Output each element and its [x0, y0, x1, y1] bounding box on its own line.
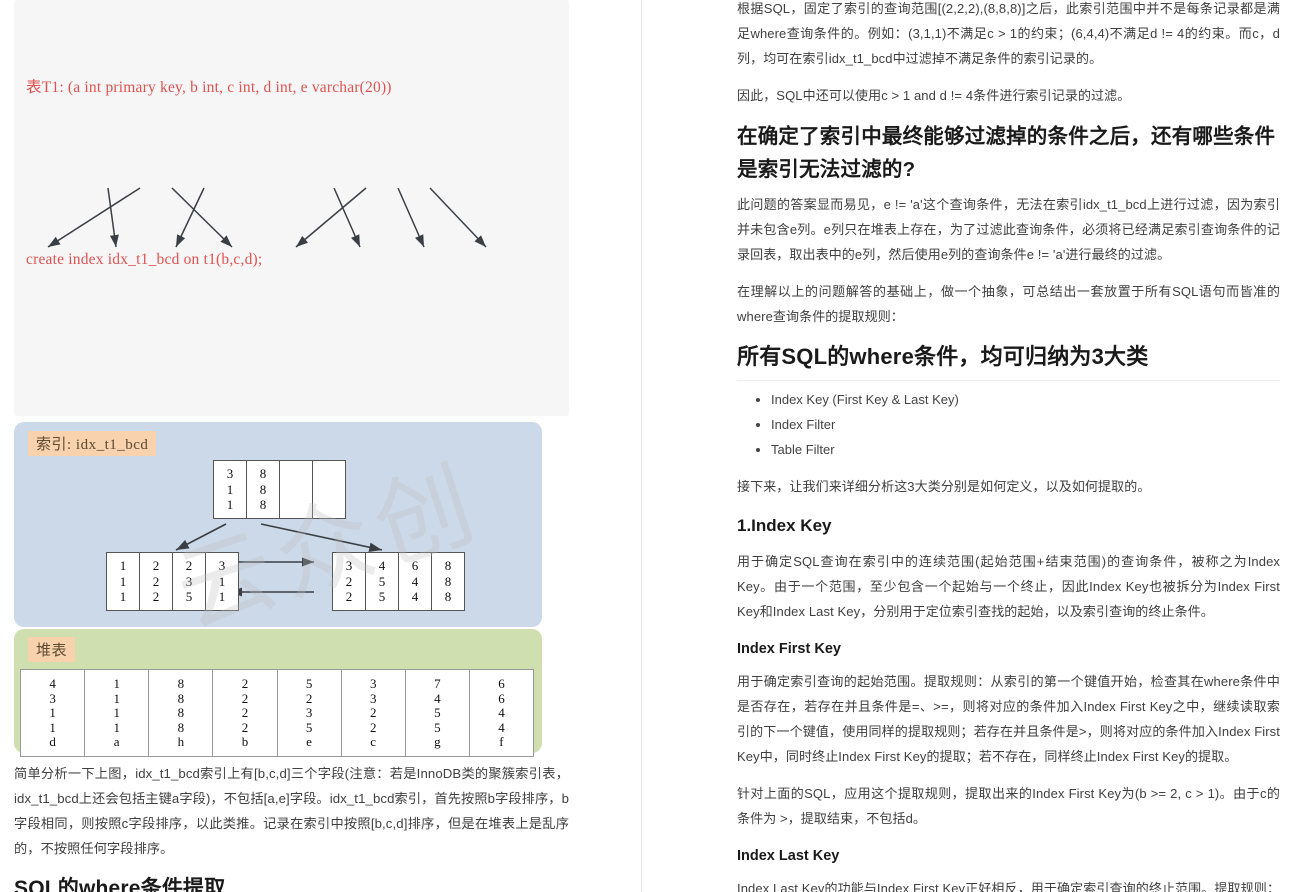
table-definition-line: 表T1: (a int primary key, b int, c int, d…	[26, 79, 392, 96]
btree-heap-figure: 索引: idx_t1_bcd 3 1 1 8 8 8 1 1 1 2 2 2 2…	[14, 187, 542, 757]
root-cell-1: 888	[247, 461, 280, 518]
right-column: 根据SQL，固定了索引的查询范围[(2,2,2),(8,8,8)]之后，此索引范…	[641, 0, 1296, 892]
paragraph-answer-e: 此问题的答案显而易见，e != 'a'这个查询条件，无法在索引idx_t1_bc…	[737, 197, 1280, 262]
paragraph-index-first-key: 用于确定索引查询的起始范围。提取规则：从索引的第一个键值开始，检查其在where…	[737, 674, 1280, 764]
paragraph-index-key: 用于确定SQL查询在索引中的连续范围(起始范围+结束范围)的查询条件，被称之为I…	[737, 554, 1280, 619]
paragraph-fixed-range: 根据SQL，固定了索引的查询范围[(2,2,2),(8,8,8)]之后，此索引范…	[737, 1, 1280, 66]
paragraph-index-last-key: Index Last Key的功能与Index First Key正好相反，用于…	[737, 881, 1280, 892]
index-leaf-left: 111 222 235 311	[106, 552, 239, 611]
paragraph-therefore: 因此，SQL中还可以使用c > 1 and d != 4条件进行索引记录的过滤。	[737, 88, 1131, 103]
leaf-left-cell-0: 111	[107, 553, 140, 610]
list-item: Table Filter	[771, 437, 1280, 462]
heap-cell-5: 3322c	[342, 670, 406, 756]
heap-cell-1: 1111a	[85, 670, 150, 756]
heap-cell-4: 5235e	[278, 670, 342, 756]
root-cell-0: 311	[214, 461, 247, 518]
index-panel: 索引: idx_t1_bcd 3 1 1 8 8 8 1 1 1 2 2 2 2…	[14, 422, 542, 627]
heap-cell-0: 4311d	[21, 670, 86, 756]
leaf-left-cell-2: 235	[173, 553, 206, 610]
heap-cell-3: 2222b	[213, 670, 278, 756]
paragraph-abstract: 在理解以上的问题解答的基础上，做一个抽象，可总结出一套放置于所有SQL语句而皆准…	[737, 284, 1280, 324]
root-cell-2	[280, 461, 313, 518]
heap-cell-2: 8888h	[149, 670, 214, 756]
heap-panel-label: 堆表	[28, 637, 76, 662]
code-block-table-definition: 表T1: (a int primary key, b int, c int, d…	[14, 0, 569, 416]
where-condition-class-list: Index Key (First Key & Last Key) Index F…	[737, 387, 1280, 462]
leaf-left-cell-1: 222	[140, 553, 173, 610]
document-page: 表T1: (a int primary key, b int, c int, d…	[0, 0, 1296, 892]
heap-panel: 堆表 4311d 1111a 8888h 2222b 5235e 3322c 7…	[14, 629, 542, 757]
list-item: Index Key (First Key & Last Key)	[771, 387, 1280, 412]
heading-cannot-filter: 在确定了索引中最终能够过滤掉的条件之后，还有哪些条件是索引无法过滤的?	[737, 125, 1276, 181]
heading-three-classes: 所有SQL的where条件，均可归纳为3大类	[737, 341, 1280, 381]
index-leaf-right: 322 455 644 888	[332, 552, 465, 611]
heap-row: 4311d 1111a 8888h 2222b 5235e 3322c 7455…	[20, 669, 534, 757]
create-index-line: create index idx_t1_bcd on t1(b,c,d);	[26, 251, 263, 268]
heap-cell-7: 6644f	[498, 676, 505, 749]
paragraph-next-detail: 接下来，让我们来详细分析这3大类分别是如何定义，以及如何提取的。	[737, 479, 1151, 494]
leaf-right-cell-3: 888	[444, 558, 452, 604]
leaf-right-cell-1: 455	[366, 553, 399, 610]
index-root-node: 311 888	[213, 460, 346, 519]
heading-where-extraction: SQL的where条件提取	[14, 873, 569, 892]
left-column: 表T1: (a int primary key, b int, c int, d…	[0, 0, 641, 892]
leaf-right-cell-0: 322	[333, 553, 366, 610]
paragraph-figure-analysis: 简单分析一下上图，idx_t1_bcd索引上有[b,c,d]三个字段(注意：若是…	[14, 766, 569, 856]
heading-index-last-key: Index Last Key	[737, 848, 840, 864]
root-cell-3	[313, 461, 345, 518]
heading-index-key: 1.Index Key	[737, 516, 832, 535]
heap-cell-6: 7455g	[406, 670, 470, 756]
leaf-left-cell-3: 311	[218, 558, 226, 604]
leaf-right-cell-2: 644	[399, 553, 432, 610]
heading-index-first-key: Index First Key	[737, 641, 841, 657]
list-item: Index Filter	[771, 412, 1280, 437]
paragraph-first-key-example: 针对上面的SQL，应用这个提取规则，提取出来的Index First Key为(…	[737, 786, 1280, 826]
index-panel-label: 索引: idx_t1_bcd	[28, 431, 157, 456]
